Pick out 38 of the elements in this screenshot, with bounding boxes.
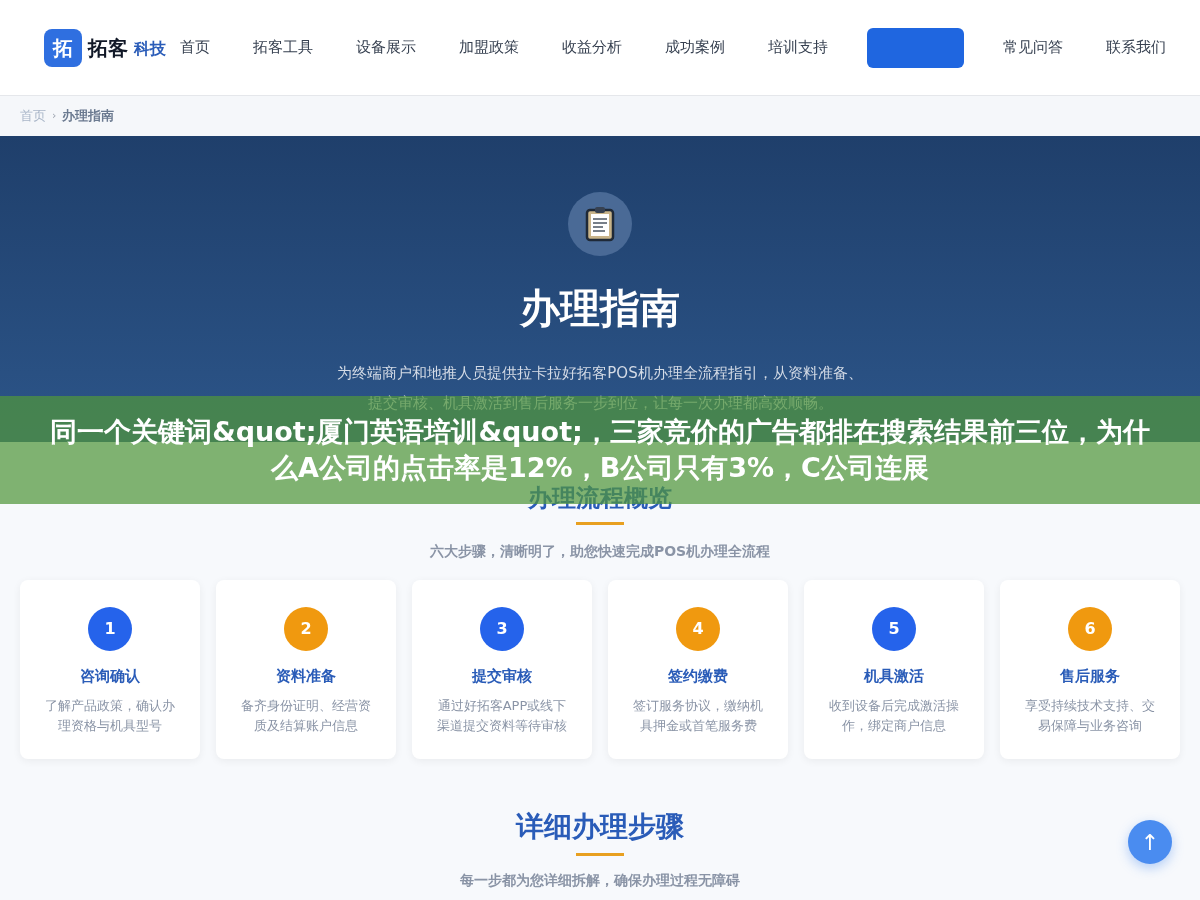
step-number: 2 <box>284 607 328 651</box>
breadcrumb-separator: › <box>52 107 57 124</box>
step-description: 通过好拓客APP或线下渠道提交资料等待审核 <box>436 696 568 735</box>
step-description: 备齐身份证明、经营资质及结算账户信息 <box>240 696 372 735</box>
nav-link[interactable]: 设备展示 <box>352 27 420 68</box>
nav-link[interactable]: 成功案例 <box>661 27 729 68</box>
breadcrumb-current: 办理指南 <box>62 107 115 126</box>
nav-link[interactable]: 加盟政策 <box>455 27 523 68</box>
step-title: 签约缴费 <box>668 666 728 687</box>
nav-link[interactable]: 联系我们 <box>1102 27 1170 68</box>
hero-subtitle: 为终端商户和地推人员提供拉卡拉好拓客POS机办理全流程指引，从资料准备、 <box>337 363 863 384</box>
step-title: 咨询确认 <box>80 666 140 687</box>
nav-link[interactable]: 常见问答 <box>999 27 1067 68</box>
section-subtitle: 每一步都为您详细拆解，确保办理过程无障碍 <box>460 871 740 890</box>
step-title: 提交审核 <box>472 666 532 687</box>
nav-link[interactable]: 拓客工具 <box>249 27 317 68</box>
section-title: 详细办理步骤 <box>516 809 684 845</box>
step-title: 机具激活 <box>864 666 924 687</box>
nav-link[interactable]: 培训支持 <box>764 27 832 68</box>
step-description: 了解产品政策，确认办理资格与机具型号 <box>44 696 176 735</box>
step-title: 资料准备 <box>276 666 336 687</box>
nav-link[interactable]: 首页 <box>176 27 214 68</box>
step-title: 售后服务 <box>1060 666 1120 687</box>
section-subtitle: 六大步骤，清晰明了，助您快速完成POS机办理全流程 <box>429 542 771 561</box>
logo-name: 拓客 <box>88 34 128 62</box>
step-number: 3 <box>480 607 524 651</box>
step-description: 收到设备后完成激活操作，绑定商户信息 <box>828 696 960 735</box>
step-number: 4 <box>676 607 720 651</box>
step-description: 享受持续技术支持、交易保障与业务咨询 <box>1024 696 1156 735</box>
logo-mark: 拓 <box>44 28 82 67</box>
step-description: 签订服务协议，缴纳机具押金或首笔服务费 <box>632 696 764 735</box>
page-title: 办理指南 <box>520 284 680 333</box>
nav-link[interactable]: 收益分析 <box>558 27 626 68</box>
step-number: 5 <box>872 607 916 651</box>
step-number: 6 <box>1068 607 1112 651</box>
step-number: 1 <box>88 607 132 651</box>
logo-suffix: 科技 <box>134 37 166 60</box>
nav-link[interactable] <box>867 27 964 68</box>
